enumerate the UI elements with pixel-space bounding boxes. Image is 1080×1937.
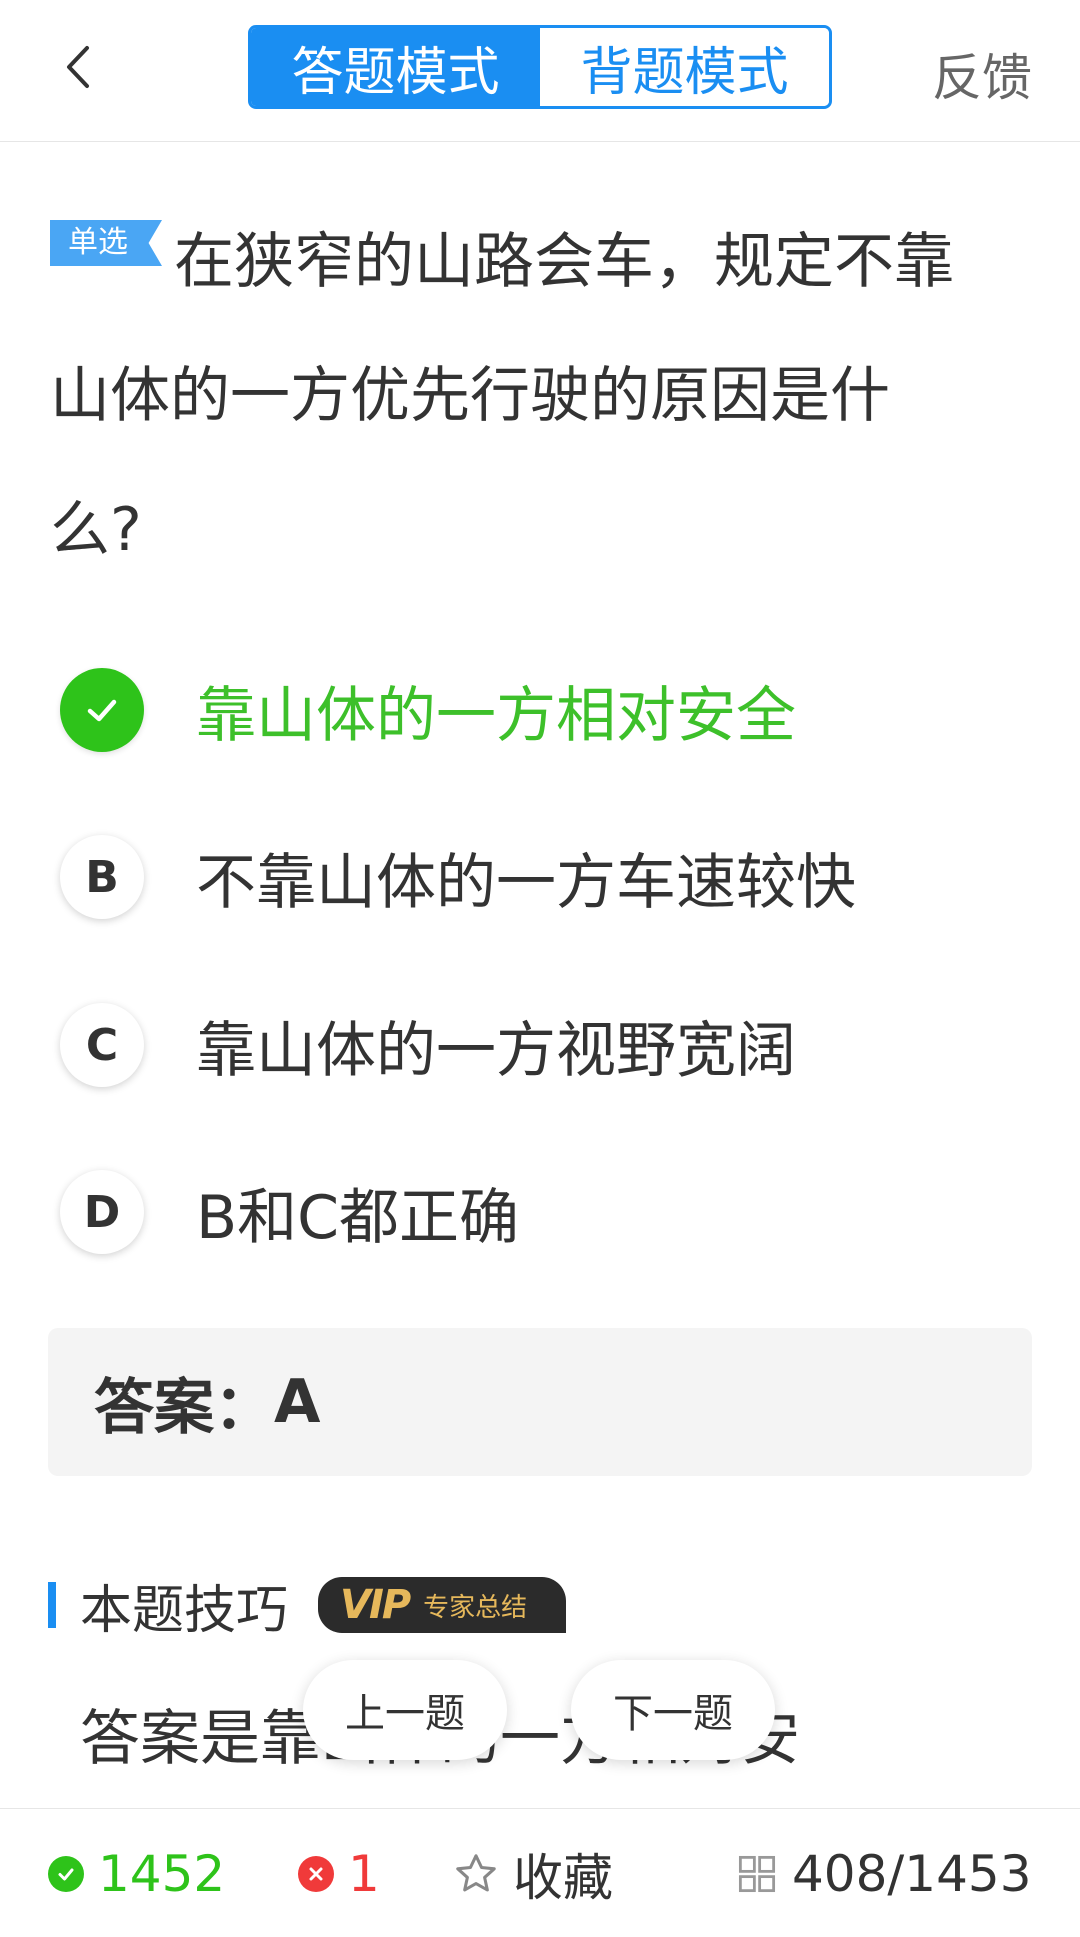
favorite-button[interactable]: 收藏	[453, 1809, 613, 1937]
close-circle-icon	[298, 1855, 334, 1892]
vip-label: 专家总结	[423, 1592, 528, 1623]
question-type-label: 单选	[68, 225, 128, 260]
question-text: 在狭窄的山路会车，规定不靠山体的一方优先行驶的原因是什么?	[50, 227, 954, 565]
option-c-letter: C	[60, 1003, 144, 1087]
back-button[interactable]	[48, 32, 108, 102]
tip-accent-bar	[48, 1582, 56, 1628]
bottom-bar: 1452 1 收藏 408/1453	[0, 1808, 1080, 1937]
question-text-block: 单选 在狭窄的山路会车，规定不靠山体的一方优先行驶的原因是什么?	[50, 195, 980, 597]
correct-count-item[interactable]: 1452	[48, 1809, 225, 1937]
vip-badge[interactable]: VIP 专家总结	[318, 1577, 567, 1633]
question-index-button[interactable]: 408/1453	[736, 1809, 1032, 1937]
progress-label: 408/1453	[792, 1844, 1032, 1903]
answer-value: A	[274, 1367, 321, 1437]
option-b-letter: B	[60, 835, 144, 919]
prev-question-button[interactable]: 上一题	[303, 1660, 507, 1760]
vip-icon: VIP	[340, 1582, 411, 1628]
option-b-text: 不靠山体的一方车速较快	[196, 847, 856, 918]
option-c-text: 靠山体的一方视野宽阔	[196, 1015, 796, 1086]
tab-answer-mode[interactable]: 答题模式	[251, 28, 540, 106]
grid-icon	[738, 1855, 776, 1892]
tip-text: 答案是靠山体的一方相对安	[80, 1690, 1020, 1777]
star-icon	[456, 1853, 496, 1891]
check-icon	[60, 668, 144, 752]
tip-header: 本题技巧 VIP 专家总结	[48, 1575, 567, 1641]
correct-count: 1452	[98, 1844, 226, 1903]
option-d[interactable]: D B和C都正确	[60, 1162, 1020, 1262]
wrong-count-item[interactable]: 1	[298, 1809, 380, 1937]
option-c[interactable]: C 靠山体的一方视野宽阔	[60, 995, 1020, 1095]
answer-label: 答案：	[94, 1372, 274, 1443]
tab-memorize-mode[interactable]: 背题模式	[540, 28, 829, 106]
option-a[interactable]: 靠山体的一方相对安全	[60, 660, 1020, 760]
option-d-text: B和C都正确	[196, 1182, 520, 1253]
question-type-badge: 单选	[50, 220, 162, 266]
tip-title: 本题技巧	[80, 1580, 289, 1641]
mode-switch: 答题模式 背题模式	[248, 25, 832, 109]
option-d-letter: D	[60, 1170, 144, 1254]
chevron-left-icon	[67, 46, 89, 88]
option-b[interactable]: B 不靠山体的一方车速较快	[60, 827, 1020, 927]
next-question-button[interactable]: 下一题	[571, 1660, 775, 1760]
feedback-button[interactable]: 反馈	[932, 38, 1032, 110]
favorite-label: 收藏	[513, 1848, 613, 1907]
option-a-text: 靠山体的一方相对安全	[196, 680, 796, 751]
top-bar: 答题模式 背题模式 反馈	[0, 0, 1080, 142]
answer-box: 答案： A	[48, 1328, 1032, 1476]
wrong-count: 1	[348, 1844, 380, 1903]
check-circle-icon	[48, 1855, 84, 1892]
